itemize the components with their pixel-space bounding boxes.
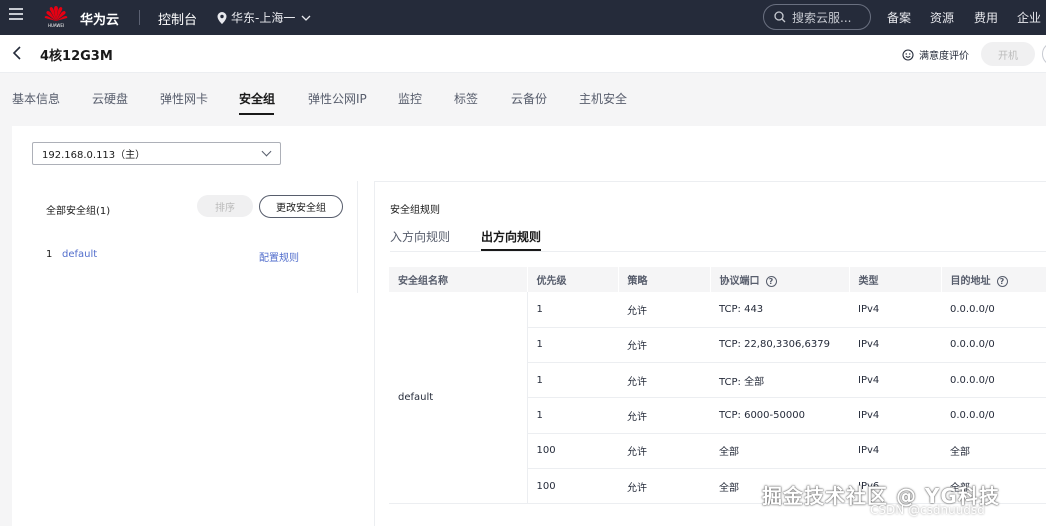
dest-cell: 全部 [941,433,1046,469]
satisfaction-label: 满意度评价 [919,51,969,62]
region-selector[interactable]: 华东-上海一 [217,9,311,26]
watermark-sub: CSDN @csdnuudsd [870,503,985,517]
type-cell: IPv4 [849,327,941,364]
sort-button[interactable]: 排序 [197,195,253,217]
tab-cloud-disk[interactable]: 云硬盘 [92,90,128,107]
help-icon[interactable]: ? [996,275,1008,287]
rules-title: 安全组规则 [390,205,440,216]
group-name-cell: default [389,292,528,505]
location-pin-icon [217,11,227,24]
ip-select-value: 192.168.0.113（主） [42,150,146,161]
port-cell: TCP: 全部 [710,362,849,399]
policy-cell: 允许 [618,362,710,399]
console-link[interactable]: 控制台 [158,9,197,28]
policy-cell: 允许 [618,327,710,364]
tab-bar: 基本信息 云硬盘 弹性网卡 安全组 弹性公网IP 监控 标签 云备份 主机安全 [0,73,1046,125]
active-tab-indicator [239,113,274,115]
tab-security-group[interactable]: 安全组 [239,90,275,107]
priority-cell: 1 [527,327,618,364]
tab-cloud-backup[interactable]: 云备份 [511,90,547,107]
dest-cell: 0.0.0.0/0 [941,397,1046,434]
search-placeholder: 搜索云服... [792,10,852,25]
chevron-left-icon [12,46,21,60]
policy-cell: 允许 [618,468,710,505]
table-row: default 1 允许 TCP: 443 IPv4 0.0.0.0/0 [389,292,1046,505]
type-cell: IPv4 [849,433,941,469]
search-icon [774,11,786,23]
policy-cell: 允许 [618,292,710,328]
logo-text: HUAWEI [47,23,65,28]
smiley-icon [902,48,914,61]
dest-cell: 0.0.0.0/0 [941,292,1046,328]
nav-link-resources[interactable]: 资源 [930,9,954,26]
column-header-dest: 目的地址? [941,267,1046,292]
priority-cell: 1 [527,397,618,434]
nic-ip-select[interactable]: 192.168.0.113（主） [32,142,281,165]
priority-cell: 1 [527,292,618,328]
nav-link-enterprise[interactable]: 企业 [1017,9,1041,26]
port-cell: TCP: 443 [710,292,849,328]
port-cell: TCP: 6000-50000 [710,397,849,434]
tab-basic-info[interactable]: 基本信息 [12,90,60,107]
outbound-rules-table: 安全组名称 优先级 策略 协议端口? 类型 目的地址? default 1 允许… [389,267,1046,505]
column-header-label: 目的地址 [950,276,991,287]
group-name-link[interactable]: default [62,249,97,260]
tab-elastic-ip[interactable]: 弹性公网IP [308,90,367,107]
page-header: 4核12G3M 满意度评价 开机 [0,35,1046,73]
all-security-groups-label: 全部安全组(1) [46,206,111,217]
tab-inbound-rules[interactable]: 入方向规则 [390,228,450,245]
group-index: 1 [46,249,53,260]
type-cell: IPv4 [849,397,941,434]
dest-cell: 0.0.0.0/0 [941,362,1046,399]
rules-tab-divider [390,251,1046,252]
column-header: 安全组名称 [389,267,528,292]
huawei-logo[interactable]: HUAWEI [43,5,69,31]
security-group-list-panel: 全部安全组(1) 排序 更改安全组 1 default 配置规则 [32,181,358,293]
type-cell: IPv4 [849,362,941,399]
column-header-label: 协议端口 [719,276,760,287]
policy-cell: 允许 [618,433,710,469]
change-security-group-button[interactable]: 更改安全组 [259,195,343,218]
region-label: 华东-上海一 [231,11,296,25]
port-cell: 全部 [710,433,849,469]
hamburger-menu-icon[interactable] [9,8,23,20]
table-header-row: 安全组名称 优先级 策略 协议端口? 类型 目的地址? [389,267,1046,292]
column-header-port: 协议端口? [710,267,850,292]
dest-cell: 0.0.0.0/0 [941,327,1046,364]
page-title: 4核12G3M [40,49,113,64]
tab-tags[interactable]: 标签 [454,90,478,107]
priority-cell: 100 [527,433,618,469]
tab-host-security[interactable]: 主机安全 [579,90,627,107]
priority-cell: 1 [527,362,618,399]
more-actions-button[interactable] [1042,42,1046,66]
priority-cell: 100 [527,468,618,505]
column-header: 策略 [618,267,711,292]
policy-cell: 允许 [618,397,710,434]
column-header: 优先级 [527,267,619,292]
chevron-down-icon [261,146,272,157]
type-cell: IPv4 [849,292,941,328]
top-navbar: HUAWEI 华为云 控制台 华东-上海一 搜索云服... 备案 资源 费用 企… [0,0,1046,35]
tab-outbound-rules[interactable]: 出方向规则 [481,228,541,245]
tab-monitoring[interactable]: 监控 [398,90,422,107]
search-input[interactable]: 搜索云服... [763,4,871,30]
active-rules-tab-indicator [481,249,541,251]
configure-rules-link[interactable]: 配置规则 [259,249,299,264]
tab-elastic-nic[interactable]: 弹性网卡 [160,90,208,107]
satisfaction-survey[interactable]: 满意度评价 [902,47,969,62]
column-header: 类型 [849,267,942,292]
help-icon[interactable]: ? [765,275,777,287]
chevron-down-icon [301,15,311,21]
back-button[interactable] [12,45,22,64]
brand-name[interactable]: 华为云 [80,9,119,28]
nav-link-beian[interactable]: 备案 [887,9,911,26]
port-cell: TCP: 22,80,3306,6379 [710,327,849,364]
power-on-button[interactable]: 开机 [981,42,1035,66]
nav-link-billing[interactable]: 费用 [974,9,998,26]
divider [139,10,140,25]
